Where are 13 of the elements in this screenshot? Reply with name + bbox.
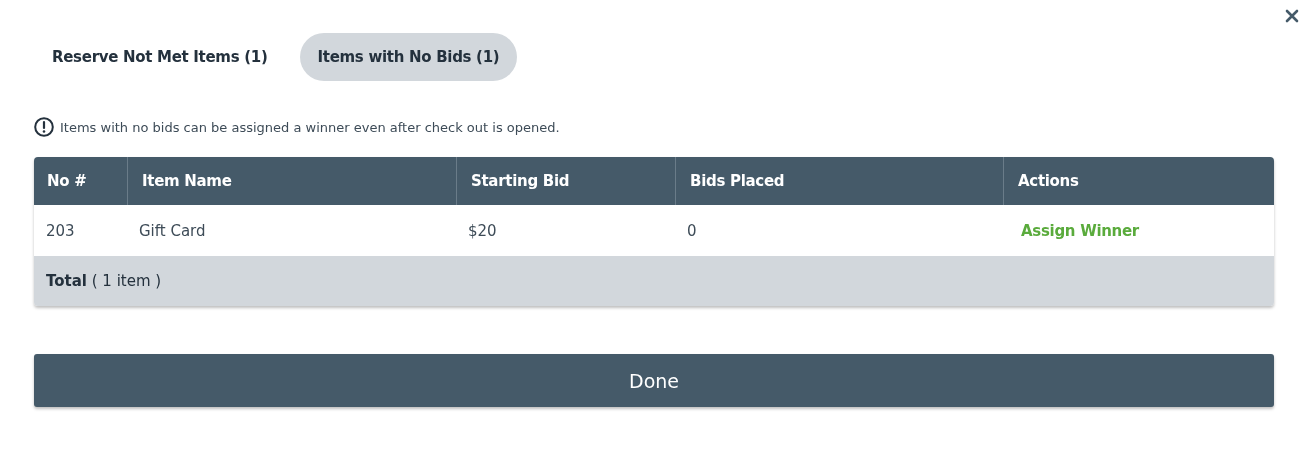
close-icon: [1285, 9, 1299, 23]
table-cell-text: 203: [45, 220, 76, 242]
exclamation-icon: [34, 117, 54, 137]
close-button[interactable]: [1285, 9, 1299, 23]
done-button[interactable]: Done: [34, 354, 1274, 407]
tab[interactable]: Items with No Bids (1): [299, 33, 518, 81]
table-cell-text: Gift Card: [138, 220, 207, 242]
table-cell-text: 0: [686, 220, 698, 242]
table-cell-text: $20: [467, 220, 498, 242]
tab[interactable]: Reserve Not Met Items (1): [34, 33, 286, 81]
total-text: Total ( 1 item ): [46, 272, 162, 290]
column-header: No #: [46, 171, 88, 192]
notice-text: Items with no bids can be assigned a winner even after check out is opened.: [60, 119, 560, 135]
